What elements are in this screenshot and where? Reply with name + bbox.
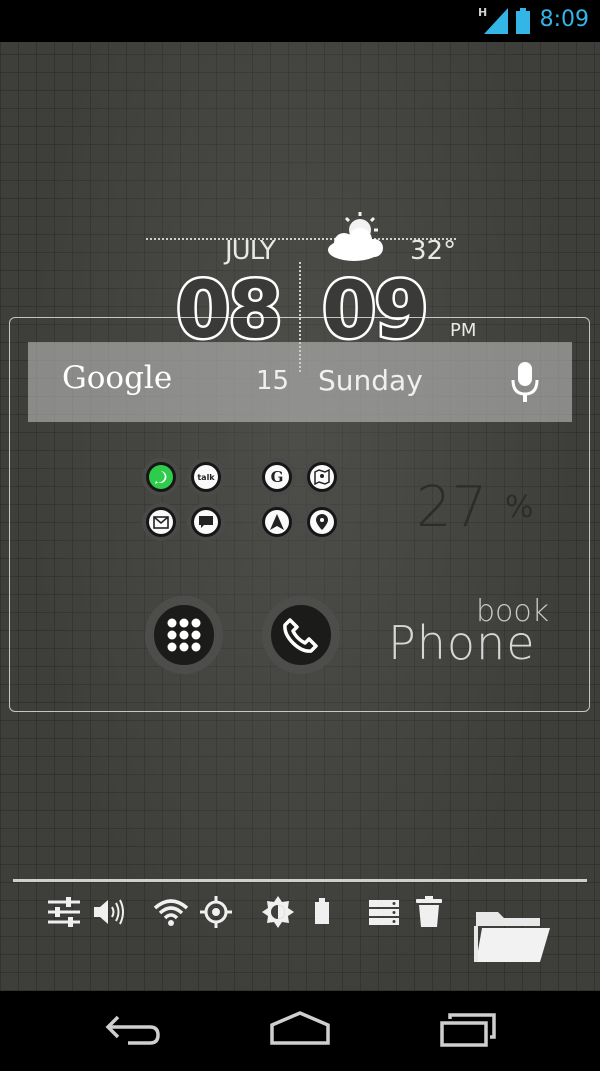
date-day-name: Sunday xyxy=(318,364,423,397)
battery-icon[interactable] xyxy=(313,896,331,928)
clock-month: JULY xyxy=(225,236,276,266)
navigation-bar xyxy=(0,991,600,1071)
google-search-bar[interactable]: Google 15 Sunday xyxy=(28,342,572,422)
volume-icon[interactable] xyxy=(94,896,126,928)
dock-divider xyxy=(13,879,587,882)
battery-percent-unit: % xyxy=(505,490,534,525)
signal-icon xyxy=(484,8,508,34)
clock-temperature: 32° xyxy=(410,236,457,266)
status-time: 8:09 xyxy=(539,7,589,32)
back-icon[interactable] xyxy=(104,1007,162,1051)
microphone-icon[interactable] xyxy=(510,362,540,402)
phone-icon xyxy=(283,618,318,653)
places-icon[interactable] xyxy=(303,503,341,541)
maps-icon[interactable] xyxy=(303,458,341,496)
whatsapp-icon[interactable] xyxy=(142,458,180,496)
recent-apps-icon[interactable] xyxy=(438,1007,498,1051)
google-g-label: G xyxy=(270,468,284,486)
phone-button[interactable] xyxy=(262,596,340,674)
date-day-number: 15 xyxy=(256,366,290,396)
email-icon[interactable] xyxy=(142,503,180,541)
brightness-icon[interactable] xyxy=(262,896,294,928)
settings-sliders-icon[interactable] xyxy=(48,896,80,928)
trash-icon[interactable] xyxy=(416,896,442,928)
storage-icon[interactable] xyxy=(369,896,399,928)
folder-icon[interactable] xyxy=(474,906,552,964)
app-drawer-button[interactable] xyxy=(145,596,223,674)
talk-label: talk xyxy=(197,472,215,482)
wifi-icon[interactable] xyxy=(154,896,188,928)
battery-percent-value: 27 xyxy=(416,475,488,540)
talk-icon[interactable]: talk xyxy=(187,458,225,496)
navigation-icon[interactable] xyxy=(258,503,296,541)
phone-label[interactable]: Phone xyxy=(388,616,536,670)
app-drawer-icon xyxy=(167,618,201,652)
status-bar: H 8:09 xyxy=(0,0,600,42)
messaging-icon[interactable] xyxy=(187,503,225,541)
gps-icon[interactable] xyxy=(200,896,232,928)
home-icon[interactable] xyxy=(268,1007,332,1051)
google-logo[interactable]: Google xyxy=(62,360,172,396)
google-search-icon[interactable]: G xyxy=(258,458,296,496)
battery-status-icon xyxy=(516,8,530,34)
partly-cloudy-icon[interactable] xyxy=(322,210,390,266)
